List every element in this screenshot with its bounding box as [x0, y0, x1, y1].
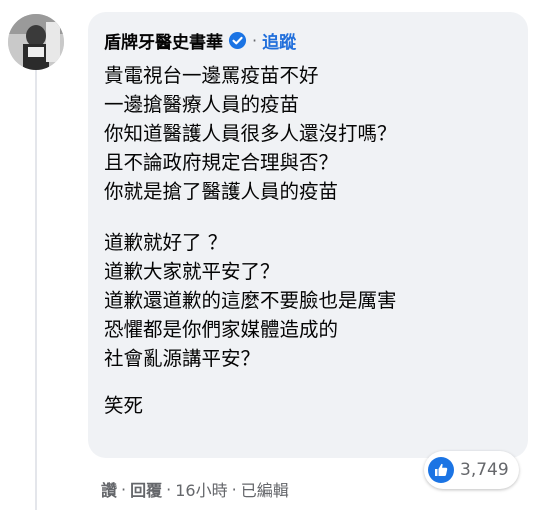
comment-bubble: 盾牌牙醫史書華 · 追蹤 貴電視台一邊罵疫苗不好 一邊搶醫療人員的疫苗 你知道醫…: [88, 12, 528, 458]
comment-line: 一邊搶醫療人員的疫苗: [104, 93, 300, 116]
action-separator: ·: [166, 479, 172, 499]
author-name[interactable]: 盾牌牙醫史書華: [104, 28, 223, 53]
comment-line: 社會亂源講平安？: [104, 347, 261, 370]
edited-label[interactable]: 已編輯: [241, 477, 289, 501]
like-button[interactable]: 讚: [101, 477, 117, 501]
comment-text: 貴電視台一邊罵疫苗不好 一邊搶醫療人員的疫苗 你知道醫護人員很多人還沒打嗎？ 且…: [104, 61, 514, 420]
action-separator: ·: [231, 479, 237, 499]
reaction-count: 3,749: [460, 460, 509, 480]
comment-line: 道歉就好了 ？: [104, 231, 228, 254]
reply-button[interactable]: 回覆: [130, 477, 162, 501]
comment-header: 盾牌牙醫史書華 · 追蹤: [104, 26, 514, 54]
timestamp[interactable]: 16小時: [175, 477, 227, 501]
reaction-count-pill[interactable]: 3,749: [424, 451, 519, 489]
thumbs-up-icon: [428, 457, 454, 483]
comment-line: 道歉大家就平安了？: [104, 260, 280, 283]
comment-line: 你就是搶了醫護人員的疫苗: [104, 180, 339, 203]
comment-actions: 讚 · 回覆 · 16小時 · 已編輯: [101, 477, 289, 501]
avatar[interactable]: [8, 14, 64, 70]
comment-line: 恐懼都是你們家媒體造成的: [104, 318, 339, 341]
verified-badge-icon: [228, 31, 247, 50]
follow-button[interactable]: 追蹤: [262, 28, 296, 53]
comment-line: 且不論政府規定合理與否？: [104, 151, 339, 174]
comment-line: 你知道醫護人員很多人還沒打嗎？: [104, 122, 397, 145]
action-separator: ·: [121, 479, 127, 499]
avatar-photo: [8, 14, 64, 70]
comment-line: 道歉還道歉的這麼不要臉也是厲害: [104, 289, 397, 312]
thread-line: [35, 70, 37, 510]
header-separator: ·: [252, 30, 258, 50]
comment-line: 笑死: [104, 394, 144, 417]
comment-line: 貴電視台一邊罵疫苗不好: [104, 64, 319, 87]
